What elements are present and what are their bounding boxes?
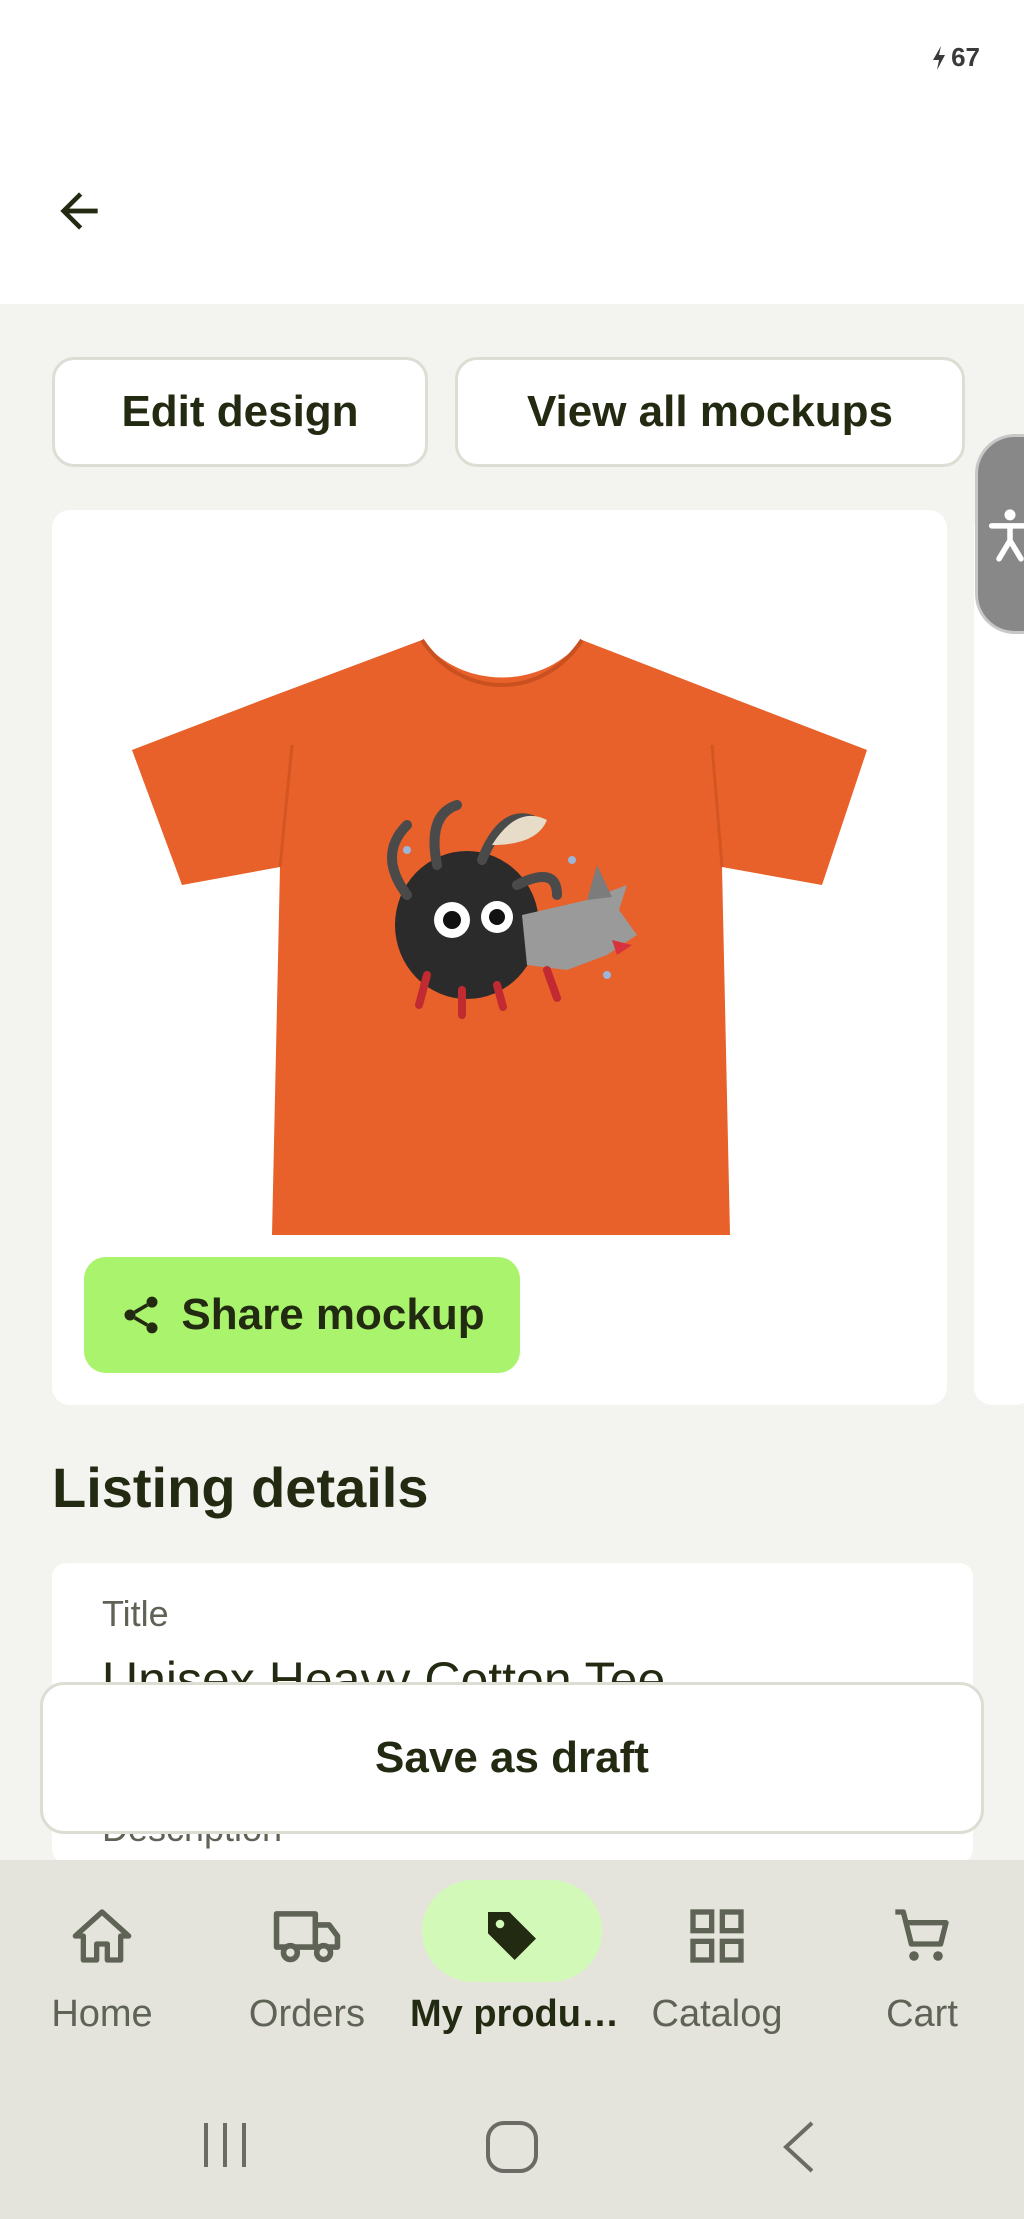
edit-design-button[interactable]: Edit design [52, 357, 428, 467]
nav-item-cart[interactable]: Cart [820, 1860, 1024, 2070]
charging-icon [933, 45, 946, 70]
next-mockup-card[interactable] [974, 510, 1024, 1405]
bottom-navigation: Home Orders My produ… Catalog Cart [0, 1860, 1024, 2070]
nav-label-orders: Orders [248, 1993, 366, 2035]
back-button[interactable] [38, 170, 120, 252]
home-icon [66, 1900, 138, 1972]
nav-label-my-products: My produ… [410, 1993, 619, 2035]
system-navigation-bar [0, 2070, 1024, 2219]
nav-item-my-products[interactable]: My produ… [410, 1860, 619, 2070]
share-icon [124, 1296, 158, 1334]
tag-icon [476, 1900, 548, 1972]
tshirt-mockup-image [132, 638, 867, 1235]
app-header [0, 120, 1024, 304]
grid-icon [681, 1900, 753, 1972]
back-chevron-icon[interactable] [776, 2118, 822, 2176]
accessibility-button[interactable] [975, 434, 1024, 634]
listing-details-heading: Listing details [52, 1456, 429, 1519]
nav-item-home[interactable]: Home [0, 1860, 204, 2070]
view-all-mockups-button[interactable]: View all mockups [455, 357, 965, 467]
home-circle-icon[interactable] [483, 2118, 541, 2176]
nav-item-catalog[interactable]: Catalog [615, 1860, 819, 2070]
nav-label-cart: Cart [886, 1993, 958, 2035]
share-mockup-button[interactable]: Share mockup [84, 1257, 520, 1373]
accessibility-icon [988, 509, 1024, 562]
battery-indicator: 67 [931, 42, 980, 73]
status-bar: 67 [0, 0, 1024, 120]
truck-icon [271, 1900, 343, 1972]
nav-item-orders[interactable]: Orders [205, 1860, 409, 2070]
cart-icon [886, 1900, 958, 1972]
title-field-label: Title [102, 1593, 169, 1634]
recent-apps-icon[interactable] [198, 2118, 252, 2172]
battery-level: 67 [951, 42, 980, 72]
save-as-draft-button[interactable]: Save as draft [40, 1682, 984, 1834]
arrow-left-icon [60, 192, 98, 230]
share-mockup-label: Share mockup [181, 1290, 485, 1339]
mockup-card[interactable]: Share mockup [52, 510, 947, 1405]
nav-label-catalog: Catalog [651, 1993, 783, 2035]
nav-label-home: Home [51, 1993, 153, 2035]
